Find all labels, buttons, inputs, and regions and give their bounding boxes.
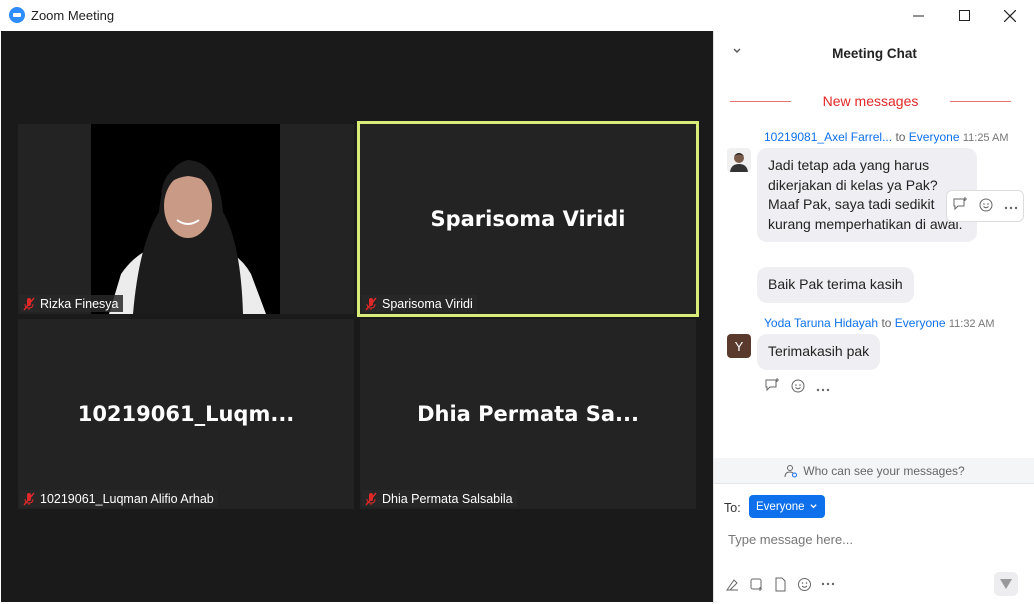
participant-tile-dhia[interactable]: Dhia Permata Sa... Dhia Permata Salsabil… — [360, 319, 696, 509]
send-icon — [1000, 579, 1012, 589]
minimize-icon — [912, 15, 924, 17]
participant-name-tag: Dhia Permata Salsabila — [362, 490, 517, 507]
participant-tile-sparisoma[interactable]: Sparisoma Viridi Sparisoma Viridi — [357, 121, 699, 317]
recipient-name: Everyone — [908, 130, 960, 144]
sender-name[interactable]: Yoda Taruna Hidayah — [764, 316, 878, 330]
message-actions — [764, 377, 830, 396]
new-messages-label: New messages — [822, 93, 919, 109]
screenshot-icon[interactable] — [748, 576, 764, 592]
chevron-down-icon — [809, 504, 817, 509]
to-label: To: — [724, 501, 741, 515]
more-options-icon[interactable] — [816, 379, 830, 395]
message-hover-actions — [946, 190, 1024, 222]
message-input[interactable] — [726, 526, 1020, 552]
participant-name: Sparisoma Viridi — [382, 296, 473, 311]
message-time: 11:32 AM — [948, 318, 995, 330]
mic-muted-icon — [23, 492, 35, 505]
chat-title: Meeting Chat — [832, 46, 917, 61]
mic-muted-icon — [365, 492, 377, 505]
to-label: to — [881, 316, 892, 330]
new-messages-divider: New messages — [730, 93, 1012, 109]
file-icon[interactable] — [772, 576, 788, 592]
mic-muted-icon — [23, 297, 35, 310]
more-options-icon[interactable] — [1004, 197, 1018, 215]
person-video-image — [91, 124, 280, 314]
participant-name-tag: Rizka Finesya — [20, 295, 123, 312]
recipient-value: Everyone — [756, 500, 805, 513]
visibility-hint: Who can see your messages? — [803, 463, 965, 478]
message-bubble: Baik Pak terima kasih — [757, 267, 914, 303]
more-options-icon[interactable] — [820, 576, 836, 592]
format-text-icon[interactable] — [724, 576, 740, 592]
reply-icon[interactable] — [764, 377, 780, 396]
avatar[interactable] — [727, 148, 751, 172]
message-header: 10219081_Axel Farrel... to Everyone 11:2… — [764, 130, 1009, 144]
video-gallery: Rizka Finesya Sparisoma Viridi Sparisoma… — [1, 31, 713, 602]
maximize-icon — [958, 10, 970, 21]
participant-video — [91, 124, 280, 314]
close-icon — [1004, 9, 1016, 22]
chat-header: Meeting Chat — [714, 31, 1034, 75]
add-reaction-icon[interactable] — [790, 377, 806, 396]
participant-name: Rizka Finesya — [40, 296, 119, 311]
minimize-button[interactable] — [895, 0, 941, 31]
avatar[interactable]: Y — [727, 334, 751, 358]
participant-name-tag: 10219061_Luqman Alifio Arhab — [20, 490, 218, 507]
zoom-logo-icon — [9, 7, 25, 23]
participant-name: 10219061_Luqman Alifio Arhab — [40, 491, 214, 506]
meeting-chat-panel: Meeting Chat New messages 10219081_Axel … — [713, 31, 1034, 603]
message-time: 11:25 AM — [962, 132, 1009, 144]
reply-icon[interactable] — [952, 196, 968, 217]
visibility-hint-bar[interactable]: Who can see your messages? — [714, 458, 1034, 483]
participant-display-name: Dhia Permata Sa... — [417, 402, 639, 426]
message-bubble: Terimakasih pak — [757, 334, 881, 370]
participant-tile-rizka[interactable]: Rizka Finesya — [18, 124, 354, 314]
send-button[interactable] — [994, 572, 1018, 596]
add-reaction-icon[interactable] — [978, 196, 994, 217]
recipient-name: Everyone — [894, 316, 946, 330]
user-privacy-icon — [784, 464, 798, 477]
chat-compose: To: Everyone — [714, 483, 1034, 604]
sender-name[interactable]: 10219081_Axel Farrel... — [764, 130, 892, 144]
mic-muted-icon — [365, 297, 377, 310]
maximize-button[interactable] — [941, 0, 987, 31]
participant-name-tag: Sparisoma Viridi — [362, 295, 477, 312]
window-title: Zoom Meeting — [31, 8, 115, 23]
participant-display-name: Sparisoma Viridi — [430, 207, 626, 231]
participant-name: Dhia Permata Salsabila — [382, 491, 513, 506]
recipient-dropdown[interactable]: Everyone — [749, 495, 825, 518]
compose-toolbar — [724, 576, 836, 592]
participant-display-name: 10219061_Luqm... — [77, 402, 295, 426]
message-bubble: Jadi tetap ada yang harus dikerjakan di … — [757, 148, 977, 242]
message-header: Yoda Taruna Hidayah to Everyone 11:32 AM — [764, 316, 995, 330]
title-bar: Zoom Meeting — [0, 0, 1034, 32]
close-button[interactable] — [987, 0, 1033, 31]
participant-tile-luqman[interactable]: 10219061_Luqm... 10219061_Luqman Alifio … — [18, 319, 354, 509]
emoji-icon[interactable] — [796, 576, 812, 592]
to-label: to — [895, 130, 906, 144]
